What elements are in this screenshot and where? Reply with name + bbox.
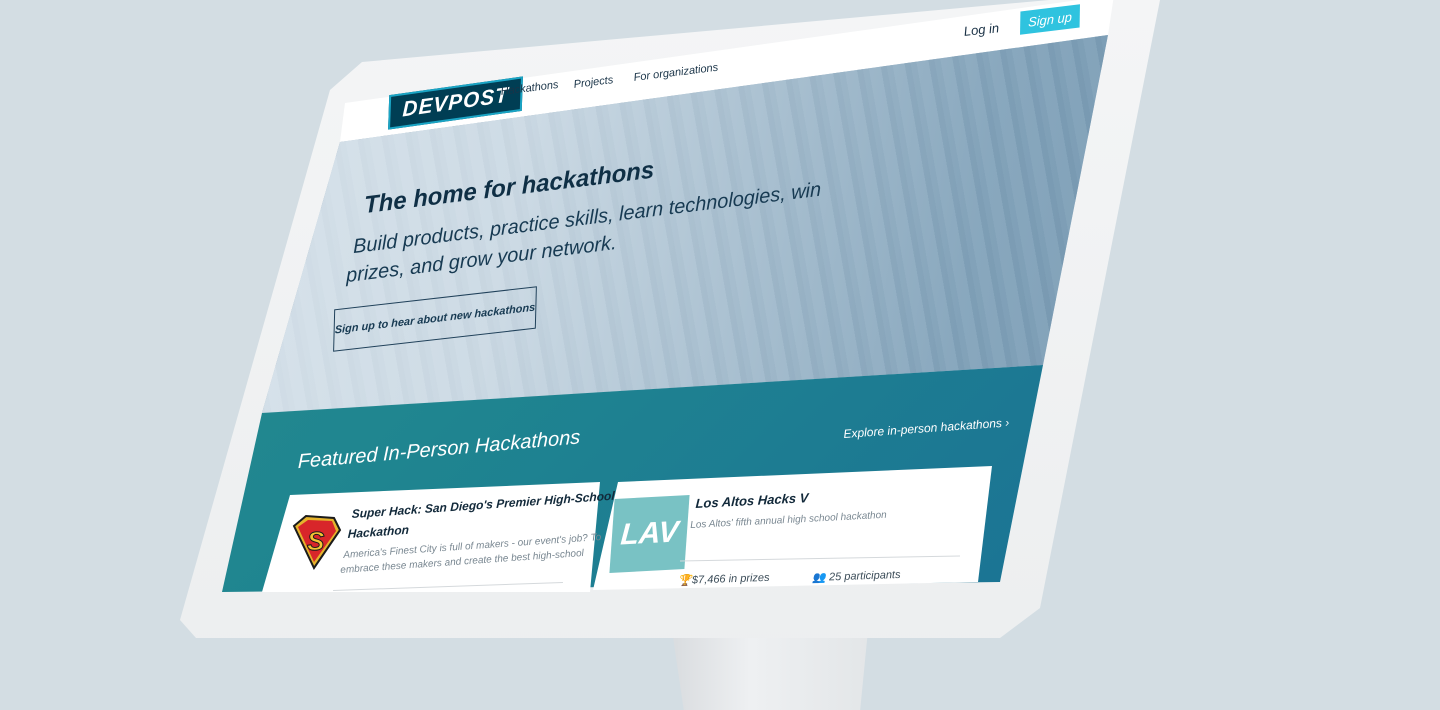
chevron-right-icon: › (1004, 415, 1010, 430)
superhero-shield-icon: S (292, 514, 342, 570)
trophy-icon: 🏆 (678, 574, 693, 587)
signup-newsletter-label: Sign up to hear about new hackathons (334, 301, 536, 337)
los-altos-hacks-logo: LAV (609, 495, 690, 573)
svg-text:S: S (307, 526, 325, 556)
people-icon: 👥 (812, 571, 827, 584)
participants-text: 25 participants (828, 568, 901, 584)
monitor-stand (672, 630, 868, 710)
